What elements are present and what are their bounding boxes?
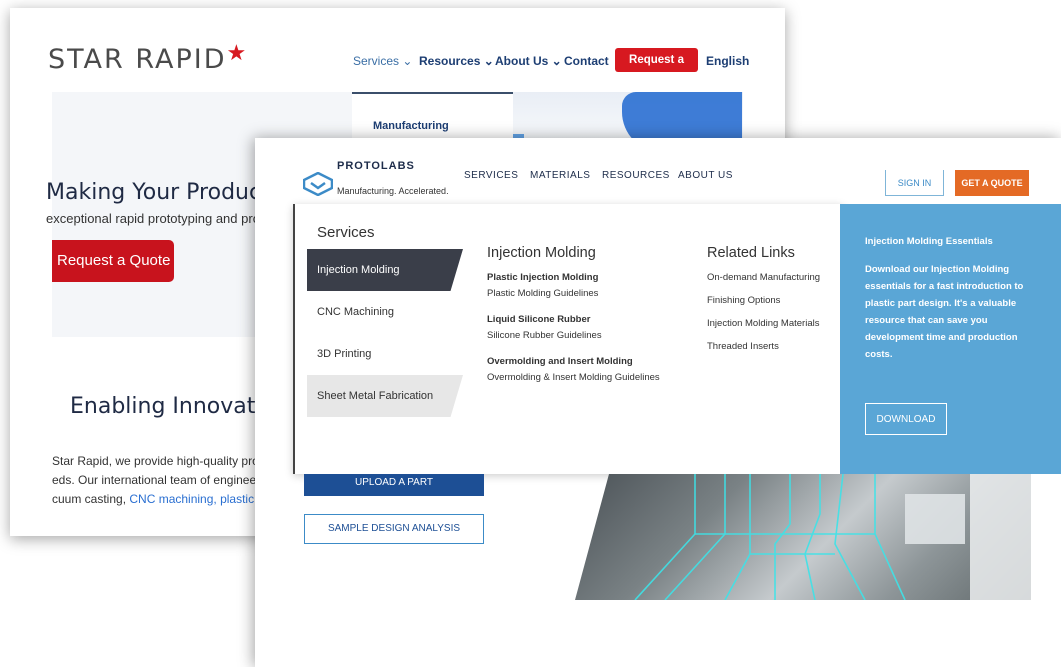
body-text-line: cuum casting, CNC machining, plastic inj… — [52, 492, 276, 506]
get-quote-button[interactable]: GET A QUOTE — [955, 170, 1029, 196]
nav-services[interactable]: Services ⌄ — [353, 54, 412, 68]
link-plastic-injection-molding[interactable]: Plastic Injection Molding — [487, 272, 598, 283]
protolabs-logo-icon[interactable] — [303, 172, 333, 196]
link-threaded-inserts[interactable]: Threaded Inserts — [707, 341, 779, 352]
service-cnc-machining[interactable]: CNC Machining — [307, 291, 463, 333]
link-overmolding-insert-molding[interactable]: Overmolding and Insert Molding — [487, 356, 633, 367]
top-nav-resources[interactable]: RESOURCES — [602, 170, 670, 181]
logo-text: STAR RAPID — [48, 44, 227, 75]
dropdown-item-manufacturing[interactable]: Manufacturing — [373, 120, 449, 132]
logo-name: PROTOLABS — [337, 160, 415, 172]
top-nav-about-us[interactable]: ABOUT US — [678, 170, 733, 181]
body-text-line: Star Rapid, we provide high-quality prot… — [52, 454, 279, 468]
sign-in-button[interactable]: SIGN IN — [885, 170, 944, 196]
link-injection-molding-materials[interactable]: Injection Molding Materials — [707, 318, 819, 329]
star-icon: ★ — [226, 41, 249, 66]
upload-part-button[interactable]: UPLOAD A PART — [304, 474, 484, 496]
nav-contact[interactable]: Contact — [564, 54, 609, 68]
top-nav-materials[interactable]: MATERIALS — [530, 170, 590, 181]
protolabs-window: PROTOLABS Manufacturing. Accelerated. SE… — [255, 138, 1061, 667]
link-on-demand-manufacturing[interactable]: On-demand Manufacturing — [707, 272, 820, 283]
body-text-line: eds. Our international team of engineers… — [52, 473, 279, 487]
language-selector[interactable]: English — [706, 54, 749, 68]
body-text-fragment: cuum casting, — [52, 492, 130, 506]
sample-design-analysis-button[interactable]: SAMPLE DESIGN ANALYSIS — [304, 514, 484, 544]
request-quote-button[interactable]: Request a Quote — [615, 48, 698, 90]
injection-molding-heading: Injection Molding — [487, 245, 596, 261]
logo-tagline: Manufacturing. Accelerated. — [337, 186, 449, 196]
link-finishing-options[interactable]: Finishing Options — [707, 295, 780, 306]
factory-photo — [575, 474, 1031, 600]
promo-title: Injection Molding Essentials — [865, 236, 993, 247]
link-silicone-rubber-guidelines[interactable]: Silicone Rubber Guidelines — [487, 330, 602, 341]
link-overmolding-guidelines[interactable]: Overmolding & Insert Molding Guidelines — [487, 372, 660, 383]
link-liquid-silicone-rubber[interactable]: Liquid Silicone Rubber — [487, 314, 590, 325]
nav-about-us[interactable]: About Us ⌄ — [495, 54, 562, 68]
download-button[interactable]: DOWNLOAD — [865, 403, 947, 435]
service-sheet-metal-fabrication[interactable]: Sheet Metal Fabrication — [307, 375, 463, 417]
menu-title: Services — [317, 224, 375, 241]
related-links-heading: Related Links — [707, 245, 795, 261]
promo-text: Download our Injection Molding essential… — [865, 264, 1024, 360]
hero-request-quote-button[interactable]: Request a Quote — [52, 240, 174, 282]
circuit-lines-graphic — [634, 474, 1031, 600]
top-nav-services[interactable]: SERVICES — [464, 170, 518, 181]
nav-resources[interactable]: Resources ⌄ — [419, 54, 494, 68]
star-rapid-logo[interactable]: STAR RAPID★ — [48, 41, 249, 75]
hero-subtitle: exceptional rapid prototyping and produ — [46, 211, 275, 226]
link-plastic-molding-guidelines[interactable]: Plastic Molding Guidelines — [487, 288, 598, 299]
service-3d-printing[interactable]: 3D Printing — [307, 333, 463, 375]
service-injection-molding[interactable]: Injection Molding — [307, 249, 463, 291]
